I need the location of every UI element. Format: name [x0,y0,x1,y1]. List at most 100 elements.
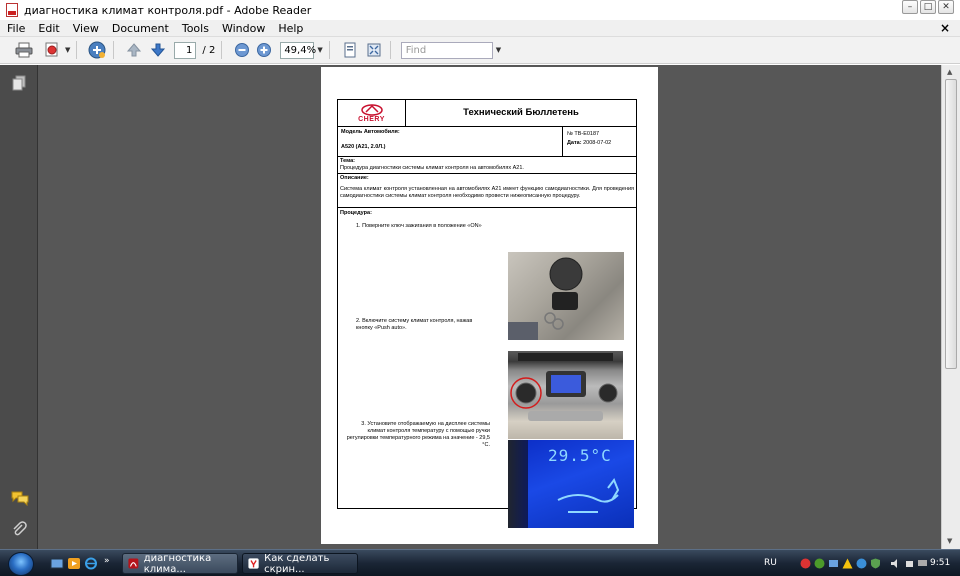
toolbar: ▼ 1 / 2 49,4% ▼ Find ▼ [0,37,960,64]
quick-launch-more-icon[interactable]: » [104,556,118,569]
page-number-input[interactable]: 1 [174,41,197,59]
menu-tools[interactable]: Tools [175,22,215,35]
title-bar: диагностика климат контроля.pdf - Adobe … [0,0,960,20]
volume-tray-icon[interactable] [890,558,901,569]
vertical-scrollbar[interactable]: ▲ ▼ [941,65,960,549]
collaborate-icon[interactable] [87,40,107,60]
chery-logo: CHERY [338,100,406,126]
fit-page-icon[interactable] [340,40,360,60]
procedure-label: Процедура: [340,210,372,216]
media-player-icon[interactable] [67,557,81,570]
pages-panel-icon[interactable] [11,75,27,91]
description-row: Описание: Система климат контроля устано… [338,174,636,208]
menu-bar: File Edit View Document Tools Window Hel… [0,20,960,37]
theme-value: Процедура диагностики системы климат кон… [340,165,524,171]
internet-explorer-icon[interactable] [84,557,98,570]
maximize-button[interactable]: □ [920,0,936,14]
zoom-out-icon[interactable] [232,40,252,60]
toolbar-separator [328,41,330,59]
antivirus-tray-icon[interactable] [800,558,811,569]
procedure-step-3: 3. Установите отображаемую на дисплее си… [346,421,490,448]
previous-page-icon[interactable] [124,40,144,60]
power-tray-icon[interactable] [904,558,915,569]
language-indicator[interactable]: RU [764,558,777,568]
date-label: Дата: [567,140,582,146]
zoom-dropdown-icon[interactable]: ▼ [317,46,322,54]
taskbar-browser[interactable]: Как сделать скрин... [242,552,358,575]
bulletin-number: № TB-E0187 [567,131,600,137]
model-value: А520 (А21, 2.0Л.) [341,144,386,150]
date-value: 2008-07-02 [583,140,612,146]
scroll-down-icon[interactable]: ▼ [947,537,952,545]
bulletin-date: Дата: 2008-07-02 [567,140,611,147]
network-tray-icon[interactable] [828,558,839,569]
zoom-in-icon[interactable] [254,40,274,60]
lcd-display-photo: 29.5°C [508,440,634,528]
close-document-icon[interactable]: × [940,21,950,35]
yandex-browser-icon [248,558,259,569]
window-controls: – □ ✕ [902,0,954,14]
ignition-key-icon [508,257,583,340]
share-icon[interactable] [42,40,62,60]
menu-document[interactable]: Document [105,22,175,35]
bulletin-form: CHERY Технический Бюллетень Модель Автом… [337,99,637,528]
print-icon[interactable] [14,40,34,60]
pdf-page: CHERY Технический Бюллетень Модель Автом… [321,67,658,544]
model-label: Модель Автомобиля: [341,129,400,135]
model-cell: Модель Автомобиля: А520 (А21, 2.0Л.) [338,127,563,156]
share-dropdown-icon[interactable]: ▼ [65,46,70,54]
menu-help[interactable]: Help [271,22,309,35]
menu-window[interactable]: Window [215,22,271,35]
toolbar-separator [113,41,115,59]
find-dropdown-icon[interactable]: ▼ [496,46,501,54]
ignition-key-photo [508,252,624,340]
chery-emblem-icon [360,103,383,116]
security-tray-icon[interactable] [870,558,881,569]
airflow-seat-icon [557,477,620,513]
find-input[interactable]: Find [400,41,493,59]
climate-panel-icon [510,353,618,421]
climate-panel-photo [508,351,623,439]
taskbar-adobe-reader[interactable]: диагностика клима... [122,552,238,575]
theme-row: Тема: Процедура диагностики системы клим… [338,157,636,174]
window-title: диагностика климат контроля.pdf - Adobe … [24,3,312,17]
bulletin-header: CHERY Технический Бюллетень [338,100,636,127]
menu-view[interactable]: View [66,22,105,35]
procedure-step-2: 2. Включите систему климат контроля, наж… [356,318,473,331]
chery-brand-text: CHERY [358,115,385,123]
warning-tray-icon[interactable] [842,558,853,569]
start-button[interactable] [8,552,34,576]
comments-panel-icon[interactable] [11,490,29,507]
toolbar-separator [221,41,223,59]
attachments-icon[interactable] [11,521,27,537]
scrollbar-thumb[interactable] [945,79,957,369]
theme-label: Тема: [340,158,355,164]
menu-edit[interactable]: Edit [31,22,65,35]
minimize-button[interactable]: – [902,0,918,14]
navigation-pane [0,65,38,549]
scroll-up-icon[interactable]: ▲ [947,68,952,76]
description-value: Система климат контроля установленная на… [340,186,634,199]
messenger-tray-icon[interactable] [814,558,825,569]
adobe-reader-icon [128,558,139,569]
zoom-level-input[interactable]: 49,4% [280,41,316,59]
bulletin-title: Технический Бюллетень [463,107,579,118]
description-label: Описание: [340,175,369,181]
display-tray-icon[interactable] [917,558,928,569]
toolbar-separator [76,41,78,59]
clock[interactable]: 9:51 [930,558,950,568]
full-screen-icon[interactable] [364,40,384,60]
close-button[interactable]: ✕ [938,0,954,14]
taskbar-adobe-reader-label: диагностика клима... [143,552,212,575]
next-page-icon[interactable] [148,40,168,60]
pdf-file-icon [6,3,18,17]
update-tray-icon[interactable] [856,558,867,569]
taskbar: » диагностика клима... Как сделать скрин… [0,549,960,576]
toolbar-separator [389,41,391,59]
show-desktop-icon[interactable] [50,557,64,570]
menu-file[interactable]: File [0,22,31,35]
procedure-step-1: 1. Поверните ключ зажигания в положение … [356,223,482,229]
model-row: Модель Автомобиля: А520 (А21, 2.0Л.) № T… [338,127,636,157]
page-total: / 2 [202,44,216,56]
taskbar-browser-label: Как сделать скрин... [264,552,330,575]
